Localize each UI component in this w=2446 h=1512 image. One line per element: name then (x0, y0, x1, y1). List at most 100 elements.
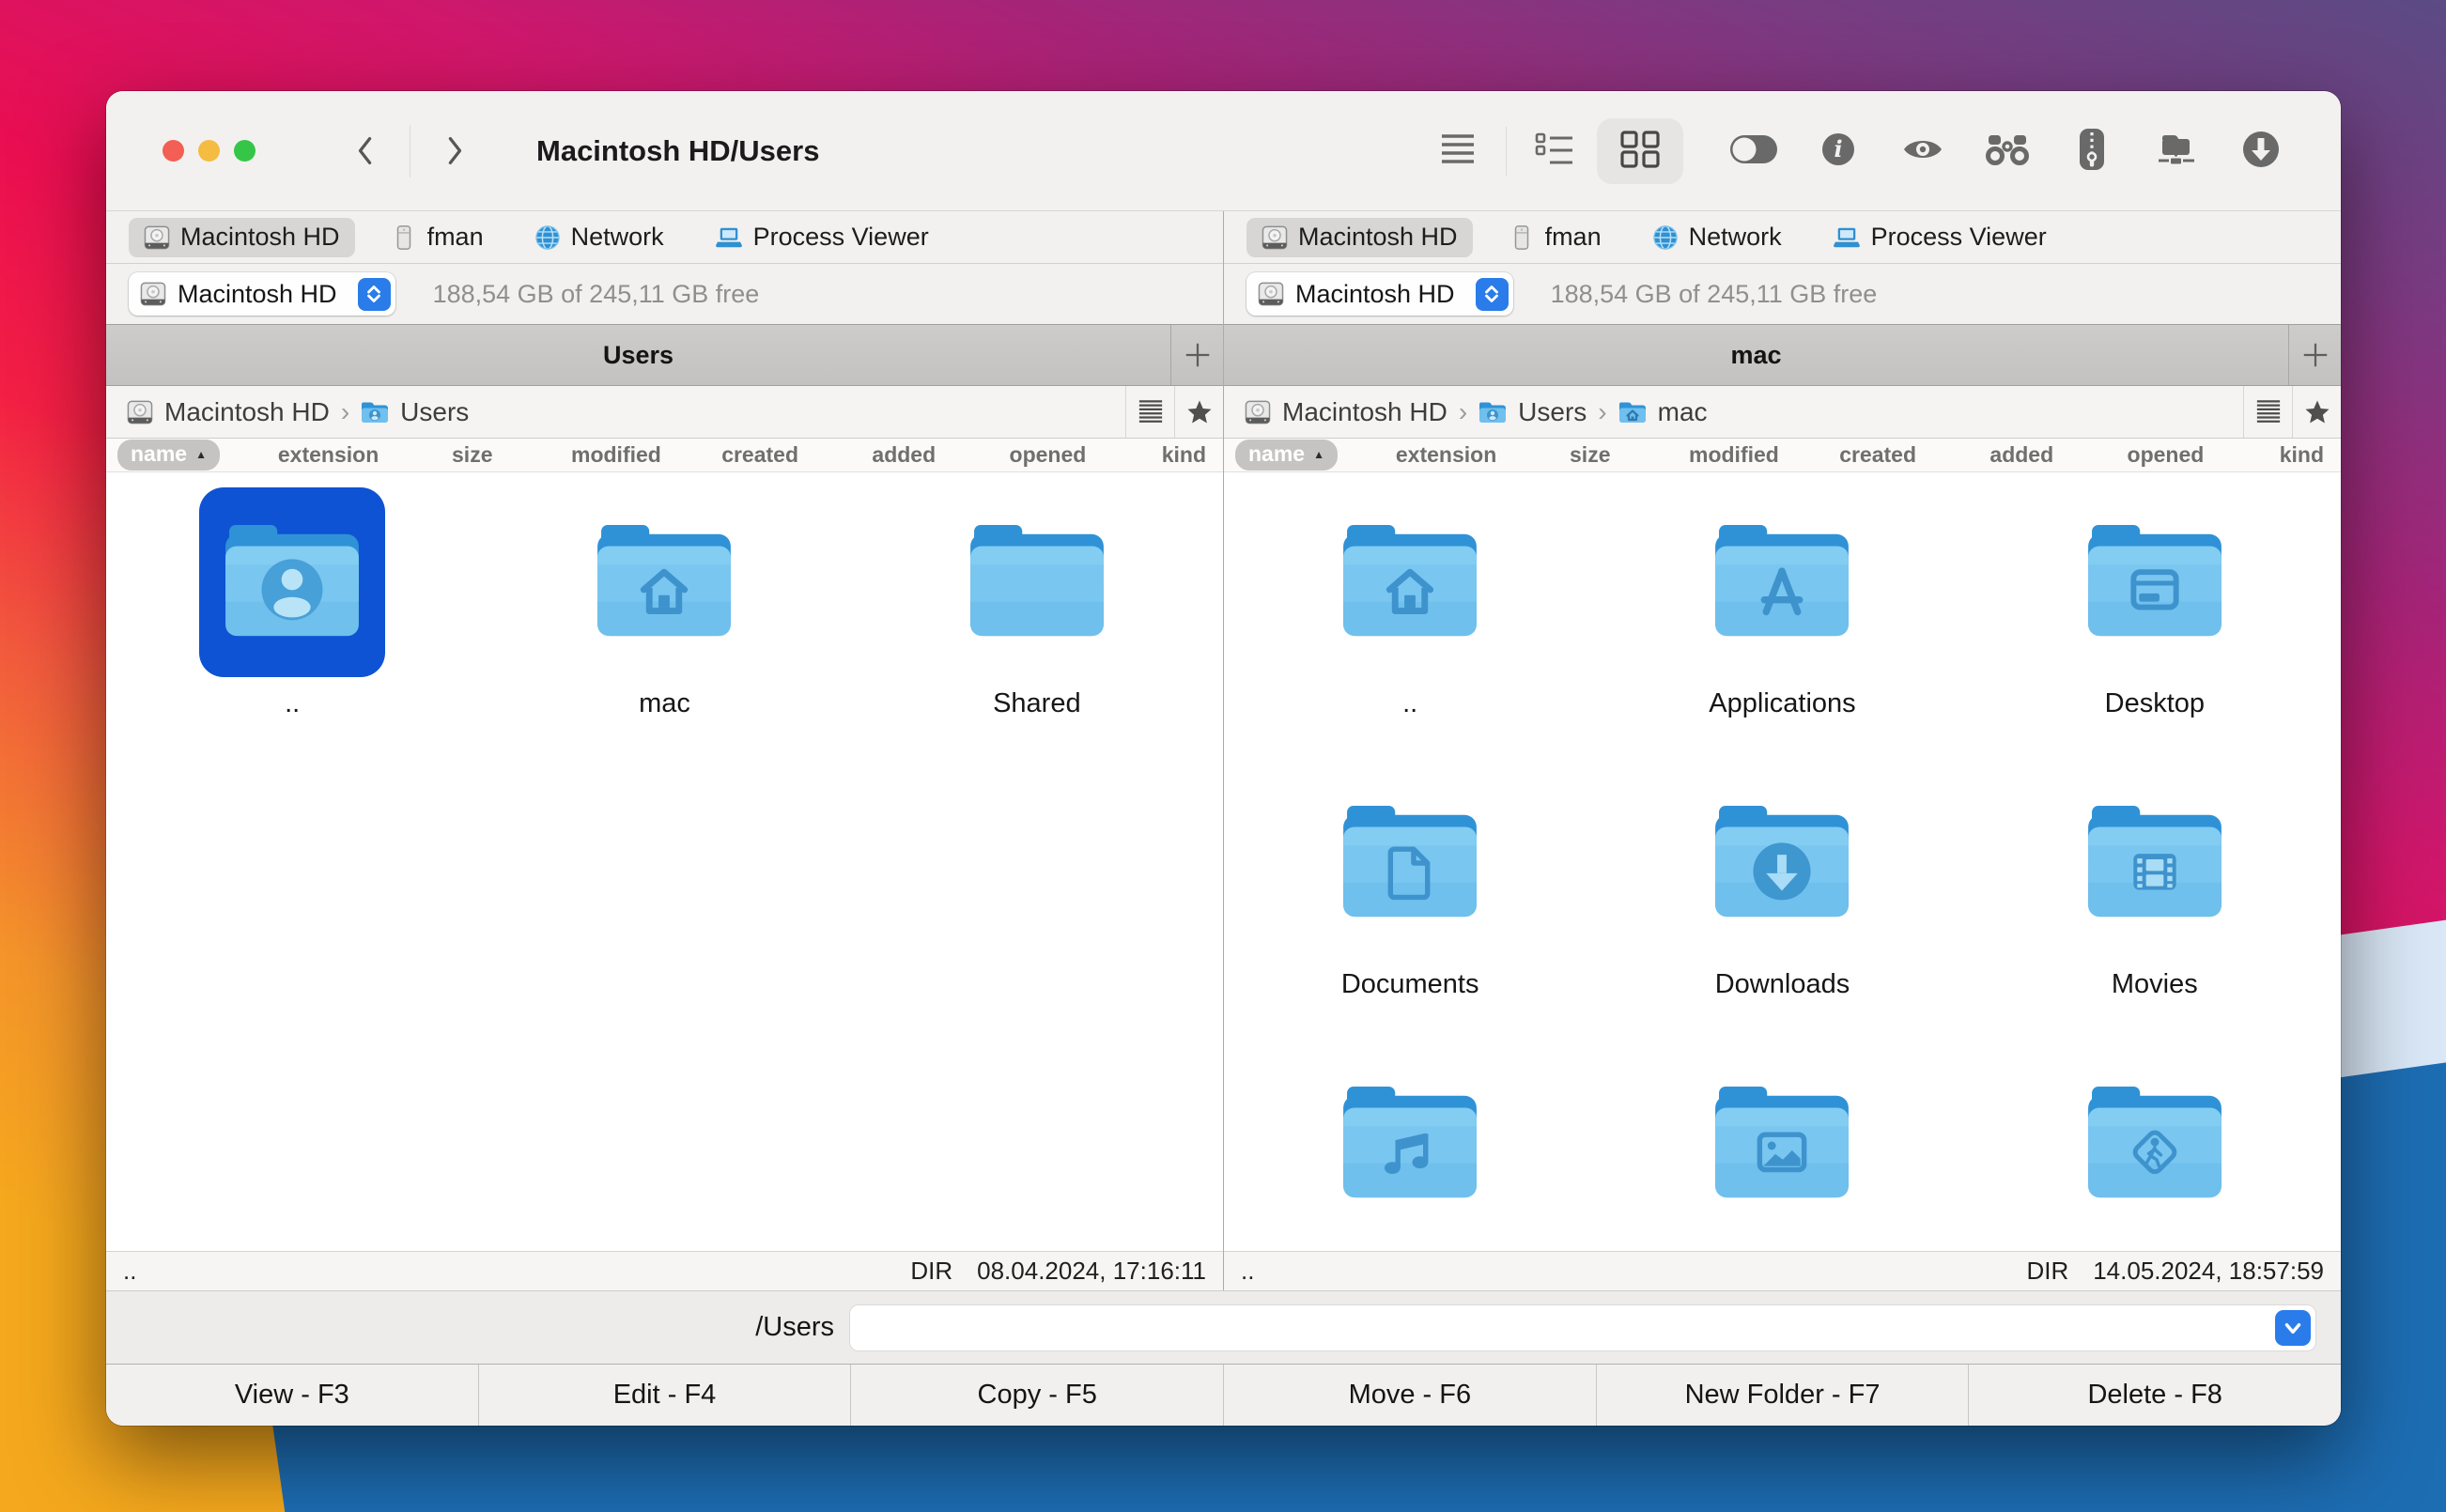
search-button[interactable] (1978, 118, 2036, 184)
command-input[interactable] (849, 1304, 2316, 1351)
column-header-extension[interactable]: extension (1374, 442, 1518, 468)
tab-process-viewer[interactable]: Process Viewer (1818, 218, 2062, 257)
right-tab-bar: Macintosh HD fman Network Process Viewer (1224, 211, 2341, 264)
tab-fman[interactable]: fman (376, 218, 499, 257)
minimize-button[interactable] (198, 140, 220, 162)
volume-name: Macintosh HD (1295, 280, 1464, 309)
titlebar: Macintosh HD/Users i (106, 91, 2341, 211)
file-item-dotdot[interactable]: .. (199, 487, 385, 768)
column-header-name[interactable]: name▲ (1224, 440, 1374, 471)
volume-select[interactable]: Macintosh HD (1246, 272, 1513, 316)
left-pane: Macintosh HD fman Network Process Viewer Ma… (106, 211, 1223, 1290)
command-bar: /Users (106, 1290, 2341, 1364)
function-button-f3[interactable]: View - F3 (106, 1365, 478, 1426)
file-item-documents[interactable]: Documents (1317, 768, 1503, 1049)
close-button[interactable] (163, 140, 184, 162)
file-item-dotdot[interactable]: .. (1317, 487, 1503, 768)
file-item[interactable] (1689, 1049, 1875, 1251)
new-tab-button[interactable] (2288, 325, 2341, 385)
breadcrumb-item[interactable]: Users (361, 397, 469, 427)
list-button-icon (2255, 399, 2282, 425)
archive-button[interactable] (2063, 118, 2121, 184)
preview-button[interactable] (1894, 118, 1952, 184)
column-header-added[interactable]: added (832, 442, 976, 468)
breadcrumb-item[interactable]: Macintosh HD (127, 397, 330, 427)
binoculars-icon (1986, 133, 2029, 168)
function-button-f4[interactable]: Edit - F4 (478, 1365, 851, 1426)
applications-folder-icon (1689, 487, 1875, 677)
file-item-desktop[interactable]: Desktop (2062, 487, 2248, 768)
select-chevrons-icon (358, 278, 391, 311)
tab-macintosh-hd[interactable]: Macintosh HD (1246, 218, 1473, 257)
free-space-label: 188,54 GB of 245,11 GB free (433, 280, 760, 309)
tab-network[interactable]: Network (519, 218, 679, 257)
function-button-f8[interactable]: Delete - F8 (1968, 1365, 2341, 1426)
breadcrumb-item[interactable]: Users (1478, 397, 1587, 427)
left-tab-bar: Macintosh HD fman Network Process Viewer (106, 211, 1223, 264)
column-header-size[interactable]: size (1518, 442, 1662, 468)
column-header-kind[interactable]: kind (2237, 442, 2341, 468)
maximize-button[interactable] (234, 140, 255, 162)
function-button-f7[interactable]: New Folder - F7 (1596, 1365, 1969, 1426)
left-file-grid: .. mac Shared (106, 472, 1223, 1251)
column-header-opened[interactable]: opened (976, 442, 1120, 468)
tab-fman[interactable]: fman (1494, 218, 1617, 257)
status-datetime: 08.04.2024, 17:16:11 (977, 1257, 1206, 1286)
file-item-movies[interactable]: Movies (2062, 768, 2248, 1049)
tab-network[interactable]: Network (1637, 218, 1797, 257)
pane-tab-title[interactable]: Users (106, 325, 1170, 385)
toolbar-divider (1506, 127, 1507, 176)
globe-icon (534, 224, 561, 251)
column-header-name[interactable]: name▲ (106, 440, 256, 471)
column-header-extension[interactable]: extension (256, 442, 400, 468)
file-item[interactable] (1317, 1049, 1503, 1251)
status-parent-label: .. (1241, 1257, 1254, 1286)
grid-view-button[interactable] (1597, 118, 1683, 184)
file-item-shared[interactable]: Shared (944, 487, 1130, 768)
file-item-mac[interactable]: mac (571, 487, 757, 768)
info-button[interactable]: i (1809, 118, 1867, 184)
network-share-button[interactable] (2147, 118, 2206, 184)
tab-label: Macintosh HD (1298, 223, 1458, 252)
column-header-size[interactable]: size (400, 442, 544, 468)
pane-tab-title[interactable]: mac (1224, 325, 2288, 385)
column-header-created[interactable]: created (689, 442, 832, 468)
breadcrumb-item[interactable]: Macintosh HD (1245, 397, 1447, 427)
back-chevron-icon (355, 135, 376, 166)
detail-list-view-button[interactable] (1525, 118, 1584, 184)
tab-macintosh-hd[interactable]: Macintosh HD (129, 218, 355, 257)
file-item-label: Desktop (2105, 688, 2205, 722)
downloads-folder-icon (1689, 768, 1875, 958)
column-header-kind[interactable]: kind (1120, 442, 1223, 468)
column-header-opened[interactable]: opened (2094, 442, 2237, 468)
column-header-created[interactable]: created (1806, 442, 1950, 468)
right-status-bar: .. DIR 14.05.2024, 18:57:59 (1224, 1251, 2341, 1290)
favorites-button[interactable] (2292, 386, 2341, 438)
breadcrumb-item[interactable]: mac (1618, 397, 1708, 427)
view-options-button[interactable] (1125, 386, 1174, 438)
volume-select[interactable]: Macintosh HD (129, 272, 395, 316)
file-item-downloads[interactable]: Downloads (1689, 768, 1875, 1049)
download-button[interactable] (2232, 118, 2290, 184)
file-item-applications[interactable]: Applications (1689, 487, 1875, 768)
tab-process-viewer[interactable]: Process Viewer (700, 218, 944, 257)
function-button-f6[interactable]: Move - F6 (1223, 1365, 1596, 1426)
full-list-view-button[interactable] (1429, 118, 1487, 184)
view-options-button[interactable] (2243, 386, 2292, 438)
grid-icon (1618, 130, 1662, 172)
right-column-headers: name▲extensionsizemodifiedcreatedaddedop… (1224, 439, 2341, 472)
favorites-button[interactable] (1174, 386, 1223, 438)
star-icon (2303, 398, 2331, 426)
history-dropdown-button[interactable] (2275, 1310, 2311, 1346)
back-button[interactable] (346, 130, 385, 172)
column-header-added[interactable]: added (1950, 442, 2094, 468)
file-item[interactable] (2062, 1049, 2248, 1251)
volume-name: Macintosh HD (178, 280, 347, 309)
forward-button[interactable] (435, 130, 474, 172)
home-folder-icon (571, 487, 757, 677)
toggle-hidden-button[interactable] (1725, 118, 1783, 184)
column-header-modified[interactable]: modified (1662, 442, 1805, 468)
new-tab-button[interactable] (1170, 325, 1223, 385)
column-header-modified[interactable]: modified (544, 442, 688, 468)
function-button-f5[interactable]: Copy - F5 (850, 1365, 1223, 1426)
